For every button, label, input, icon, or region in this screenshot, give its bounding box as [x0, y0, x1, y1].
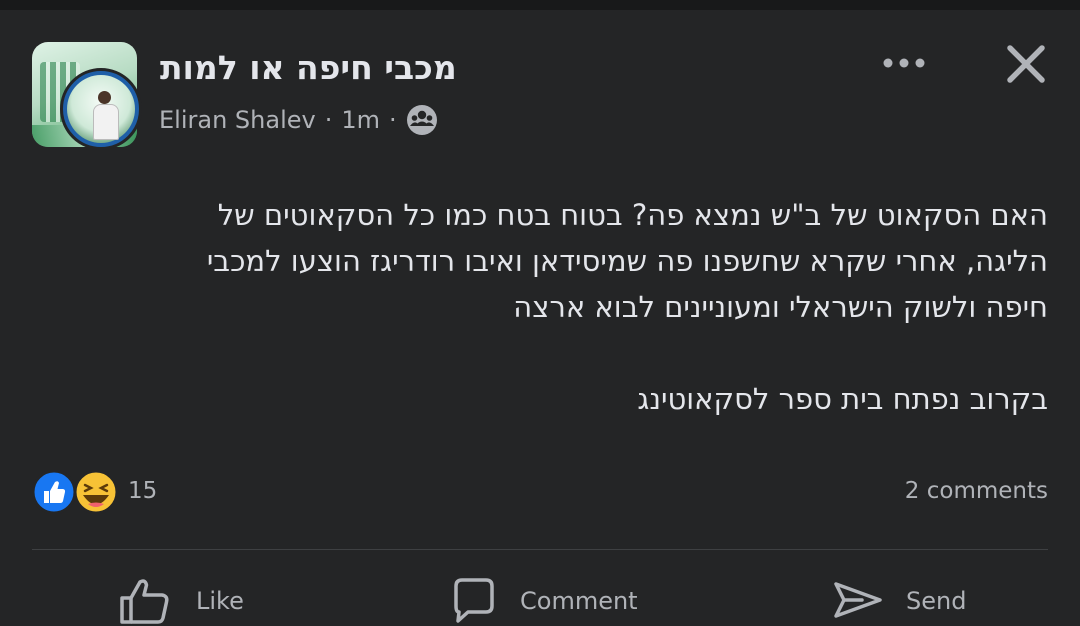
send-button[interactable]: Send — [832, 576, 966, 626]
author-avatar-body — [93, 104, 119, 140]
divider — [32, 549, 1048, 550]
author-name[interactable]: Eliran Shalev — [159, 106, 316, 134]
more-dots-icon[interactable] — [880, 50, 928, 76]
post-avatar[interactable] — [32, 42, 142, 150]
comment-label: Comment — [520, 587, 638, 615]
like-label: Like — [196, 587, 244, 615]
group-name[interactable]: מכבי חיפה או למות — [160, 48, 457, 87]
author-avatar-head — [98, 91, 111, 104]
post-body-line: חיפה ולשוק הישראלי ומעוניינים לבוא ארצה — [513, 290, 1048, 324]
comment-button[interactable]: Comment — [448, 576, 638, 626]
reaction-count[interactable]: 15 — [128, 478, 157, 504]
send-label: Send — [906, 587, 967, 615]
meta-separator: · — [389, 106, 397, 134]
post-meta: Eliran Shalev · 1m · — [159, 104, 438, 136]
top-bar — [0, 0, 1080, 10]
meta-separator: · — [324, 106, 333, 134]
post-time[interactable]: 1m — [341, 106, 380, 134]
post-body-line: הליגה, אחרי שקרא שחשפנו פה שמיסידאן ואיב… — [206, 244, 1048, 278]
comment-icon — [454, 578, 494, 623]
post-body-line: בקרוב נפתח בית ספר לסקאוטינג — [637, 382, 1048, 416]
author-avatar[interactable] — [60, 68, 142, 150]
group-audience-icon[interactable] — [406, 104, 438, 136]
comments-count[interactable]: 2 comments — [905, 478, 1048, 504]
like-button[interactable]: Like — [118, 576, 244, 626]
author-avatar-image — [67, 75, 135, 143]
send-icon — [834, 582, 882, 618]
thumbs-up-icon — [120, 579, 169, 624]
post-body-line: האם הסקאוט של ב"ש נמצא פה? בטוח בטח כמו … — [217, 198, 1048, 232]
post-body: האם הסקאוט של ב"ש נמצא פה? בטוח בטח כמו … — [60, 192, 1048, 422]
close-icon[interactable] — [1004, 42, 1048, 86]
reaction-icons[interactable] — [31, 469, 122, 515]
